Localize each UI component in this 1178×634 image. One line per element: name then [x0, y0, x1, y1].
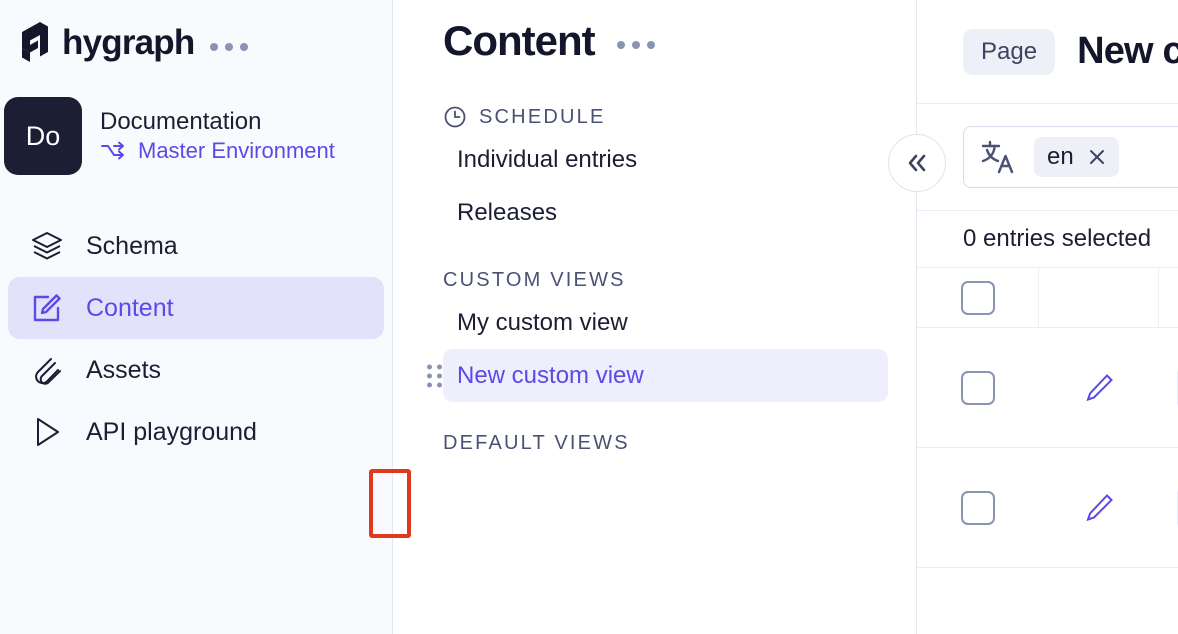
- page-title: Content: [443, 17, 595, 65]
- section-label: DEFAULT VIEWS: [443, 432, 630, 455]
- main-area: Page New c en: [917, 0, 1178, 634]
- row-edit-cell[interactable]: [1039, 448, 1159, 567]
- layers-icon: [30, 229, 64, 263]
- branch-icon: [100, 140, 128, 162]
- play-triangle-icon: [30, 415, 64, 449]
- list-item-label: My custom view: [457, 309, 628, 337]
- filter-bar: en: [917, 104, 1178, 210]
- hygraph-logo-icon: [18, 22, 52, 62]
- locale-select[interactable]: en: [963, 126, 1178, 188]
- list-item-label: Releases: [457, 199, 557, 227]
- brand-name: hygraph: [62, 25, 194, 60]
- section-header-schedule: SCHEDULE: [443, 105, 888, 129]
- nav-sidebar: hygraph Do Documentation Master Environm…: [0, 0, 393, 634]
- sidebar-item-label: Assets: [86, 356, 161, 385]
- panel-header: Content: [443, 0, 888, 65]
- sidebar-item-api-playground[interactable]: API playground: [8, 401, 384, 463]
- list-item-label: New custom view: [457, 362, 644, 390]
- environment-row[interactable]: Master Environment: [100, 138, 335, 164]
- table-header-cell-stage[interactable]: S: [1159, 268, 1178, 327]
- sidebar-item-assets[interactable]: Assets: [8, 339, 384, 401]
- section-header-custom-views: CUSTOM VIEWS: [443, 269, 888, 292]
- row-edit-cell[interactable]: [1039, 328, 1159, 447]
- hygraph-app: hygraph Do Documentation Master Environm…: [0, 0, 1178, 634]
- content-edit-icon: [30, 291, 64, 325]
- sidebar-item-label: Schema: [86, 232, 178, 261]
- row-stage-cell: [1159, 328, 1178, 447]
- brand-row: hygraph: [0, 0, 392, 62]
- table-header-row: S: [917, 268, 1178, 328]
- table-row[interactable]: [917, 448, 1178, 568]
- row-select-cell[interactable]: [917, 448, 1039, 567]
- select-all-cell[interactable]: [917, 268, 1039, 327]
- status-badge: Page: [963, 29, 1055, 75]
- locale-chip-en[interactable]: en: [1034, 137, 1119, 177]
- sidebar-item-label: Content: [86, 294, 174, 323]
- entry-title: New c: [1077, 30, 1178, 73]
- collapse-panel-button[interactable]: [888, 134, 946, 192]
- avatar: Do: [4, 97, 82, 175]
- sidebar-item-schema[interactable]: Schema: [8, 215, 384, 277]
- list-item-my-custom-view[interactable]: My custom view: [443, 296, 888, 349]
- checkbox-icon[interactable]: [961, 371, 995, 405]
- ellipsis-icon[interactable]: [617, 33, 655, 49]
- entries-selected-label: 0 entries selected: [963, 225, 1151, 253]
- sidebar-item-label: API playground: [86, 418, 257, 447]
- pencil-icon[interactable]: [1082, 371, 1116, 405]
- row-select-cell[interactable]: [917, 328, 1039, 447]
- list-item-new-custom-view[interactable]: New custom view: [443, 349, 888, 402]
- locale-chip-label: en: [1047, 143, 1074, 171]
- checkbox-icon[interactable]: [961, 491, 995, 525]
- row-stage-cell: [1159, 448, 1178, 567]
- section-label: CUSTOM VIEWS: [443, 269, 626, 292]
- environment-label: Master Environment: [138, 138, 335, 164]
- section-header-default-views: DEFAULT VIEWS: [443, 432, 888, 455]
- sidebar-item-content[interactable]: Content: [8, 277, 384, 339]
- entries-table: S: [917, 268, 1178, 568]
- nav-list: Schema Content Assets: [0, 215, 392, 463]
- project-selector[interactable]: Do Documentation Master Environment: [0, 62, 392, 175]
- list-item-releases[interactable]: Releases: [443, 186, 888, 239]
- table-row[interactable]: [917, 328, 1178, 448]
- paperclip-icon: [30, 353, 64, 387]
- entries-selected-status: 0 entries selected: [917, 210, 1178, 268]
- clock-icon: [443, 105, 467, 129]
- list-item-label: Individual entries: [457, 146, 637, 174]
- table-header-cell-edit: [1039, 268, 1159, 327]
- ellipsis-icon[interactable]: [210, 33, 248, 51]
- list-item-individual-entries[interactable]: Individual entries: [443, 133, 888, 186]
- pencil-icon[interactable]: [1082, 491, 1116, 525]
- translate-icon: [978, 137, 1018, 177]
- checkbox-icon[interactable]: [961, 281, 995, 315]
- section-label: SCHEDULE: [479, 106, 606, 129]
- project-name: Documentation: [100, 108, 335, 136]
- chevron-double-left-icon: [903, 152, 931, 174]
- project-meta: Documentation Master Environment: [100, 108, 335, 165]
- drag-handle-icon[interactable]: [427, 364, 442, 387]
- main-topbar: Page New c: [917, 0, 1178, 104]
- brand-logo[interactable]: hygraph: [18, 22, 194, 62]
- content-panel: Content SCHEDULE Individual entries Rele…: [393, 0, 917, 634]
- close-icon[interactable]: [1088, 148, 1106, 166]
